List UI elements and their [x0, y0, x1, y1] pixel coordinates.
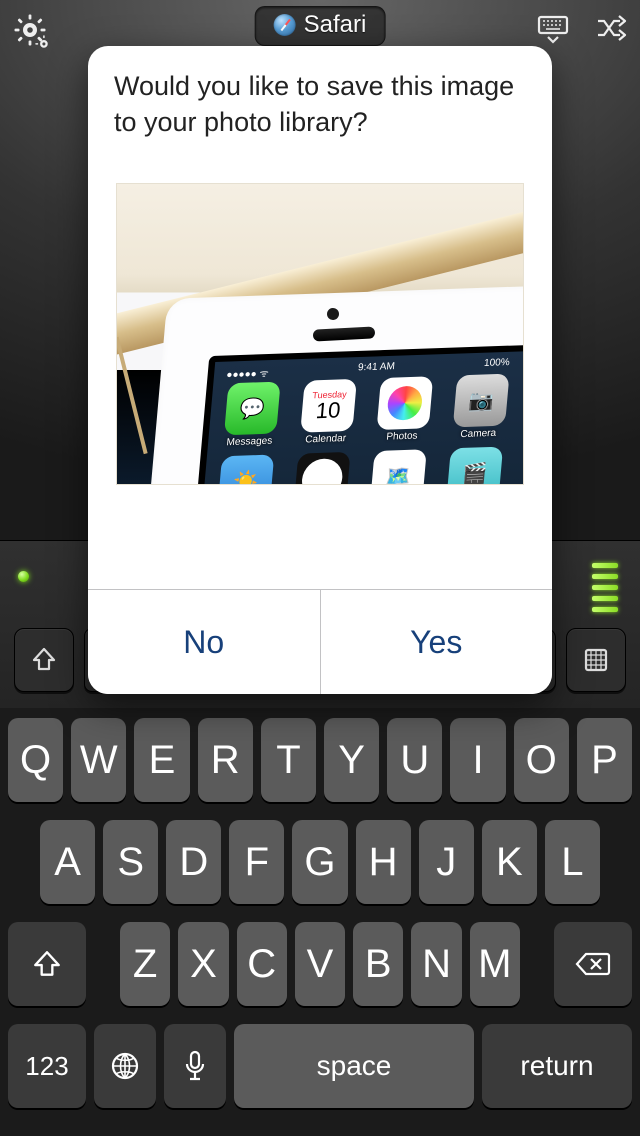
dialog-no-button[interactable]: No [88, 590, 320, 694]
key-n[interactable]: N [411, 922, 461, 1006]
preview-app-maps-icon: 🗺️ [370, 449, 427, 485]
key-z[interactable]: Z [120, 922, 170, 1006]
grid-layout-button[interactable] [566, 628, 626, 692]
key-h[interactable]: H [356, 820, 411, 904]
keyboard-row-1: Q W E R T Y U I O P [6, 718, 634, 802]
dialog-message: Would you like to save this image to you… [88, 46, 552, 155]
keyboard-row-2: A S D F G H J K L [6, 820, 634, 904]
key-s[interactable]: S [103, 820, 158, 904]
preview-app-photos-icon [376, 376, 433, 430]
key-r[interactable]: R [198, 718, 253, 802]
key-m[interactable]: M [470, 922, 520, 1006]
dialog-yes-button[interactable]: Yes [320, 590, 553, 694]
key-x[interactable]: X [178, 922, 228, 1006]
key-dictation[interactable] [164, 1024, 226, 1108]
key-d[interactable]: D [166, 820, 221, 904]
preview-app-clock-icon [294, 452, 351, 485]
key-p[interactable]: P [577, 718, 632, 802]
key-y[interactable]: Y [324, 718, 379, 802]
key-t[interactable]: T [261, 718, 316, 802]
preview-app-calendar-icon: Tuesday10 [300, 379, 357, 433]
preview-app-weather-icon: ☀️ [218, 454, 275, 485]
key-shift[interactable] [8, 922, 86, 1006]
key-l[interactable]: L [545, 820, 600, 904]
key-k[interactable]: K [482, 820, 537, 904]
key-o[interactable]: O [514, 718, 569, 802]
preview-signal-icon: ●●●●● ᯤ [226, 365, 269, 380]
keyboard-row-4: 123 space return [6, 1024, 634, 1108]
preview-app-camera-icon: 📷 [453, 373, 510, 427]
preview-app-messages-icon: 💬 [224, 381, 281, 435]
key-space[interactable]: space [234, 1024, 474, 1108]
keyboard-hide-icon[interactable] [536, 11, 570, 50]
key-c[interactable]: C [237, 922, 287, 1006]
preview-battery: 100% [483, 357, 510, 372]
keyboard-row-3: Z X C V B N M [6, 922, 634, 1006]
key-b[interactable]: B [353, 922, 403, 1006]
key-backspace[interactable] [554, 922, 632, 1006]
active-app-name: Safari [304, 11, 367, 39]
active-app-pill[interactable]: Safari [255, 6, 386, 46]
shift-toggle-button[interactable] [14, 628, 74, 692]
key-return[interactable]: return [482, 1024, 632, 1108]
settings-gear-icon[interactable] [12, 12, 48, 48]
save-image-dialog: Would you like to save this image to you… [88, 46, 552, 694]
signal-strength-icon [592, 563, 618, 612]
key-globe[interactable] [94, 1024, 156, 1108]
key-w[interactable]: W [71, 718, 126, 802]
key-123[interactable]: 123 [8, 1024, 86, 1108]
key-v[interactable]: V [295, 922, 345, 1006]
preview-clock: 9:41 AM [357, 361, 395, 376]
safari-compass-icon [274, 14, 296, 36]
key-i[interactable]: I [450, 718, 505, 802]
preview-app-videos-icon: 🎬 [446, 446, 503, 484]
key-f[interactable]: F [229, 820, 284, 904]
connection-indicator-icon [18, 571, 29, 582]
key-e[interactable]: E [134, 718, 189, 802]
key-u[interactable]: U [387, 718, 442, 802]
on-screen-keyboard: Q W E R T Y U I O P A S D F G H J K L Z … [0, 708, 640, 1136]
key-j[interactable]: J [419, 820, 474, 904]
key-g[interactable]: G [292, 820, 347, 904]
shuffle-icon[interactable] [594, 11, 628, 50]
dialog-image-preview: ●●●●● ᯤ 9:41 AM 100% 💬Messages Tuesday10… [88, 155, 552, 491]
key-q[interactable]: Q [8, 718, 63, 802]
key-a[interactable]: A [40, 820, 95, 904]
